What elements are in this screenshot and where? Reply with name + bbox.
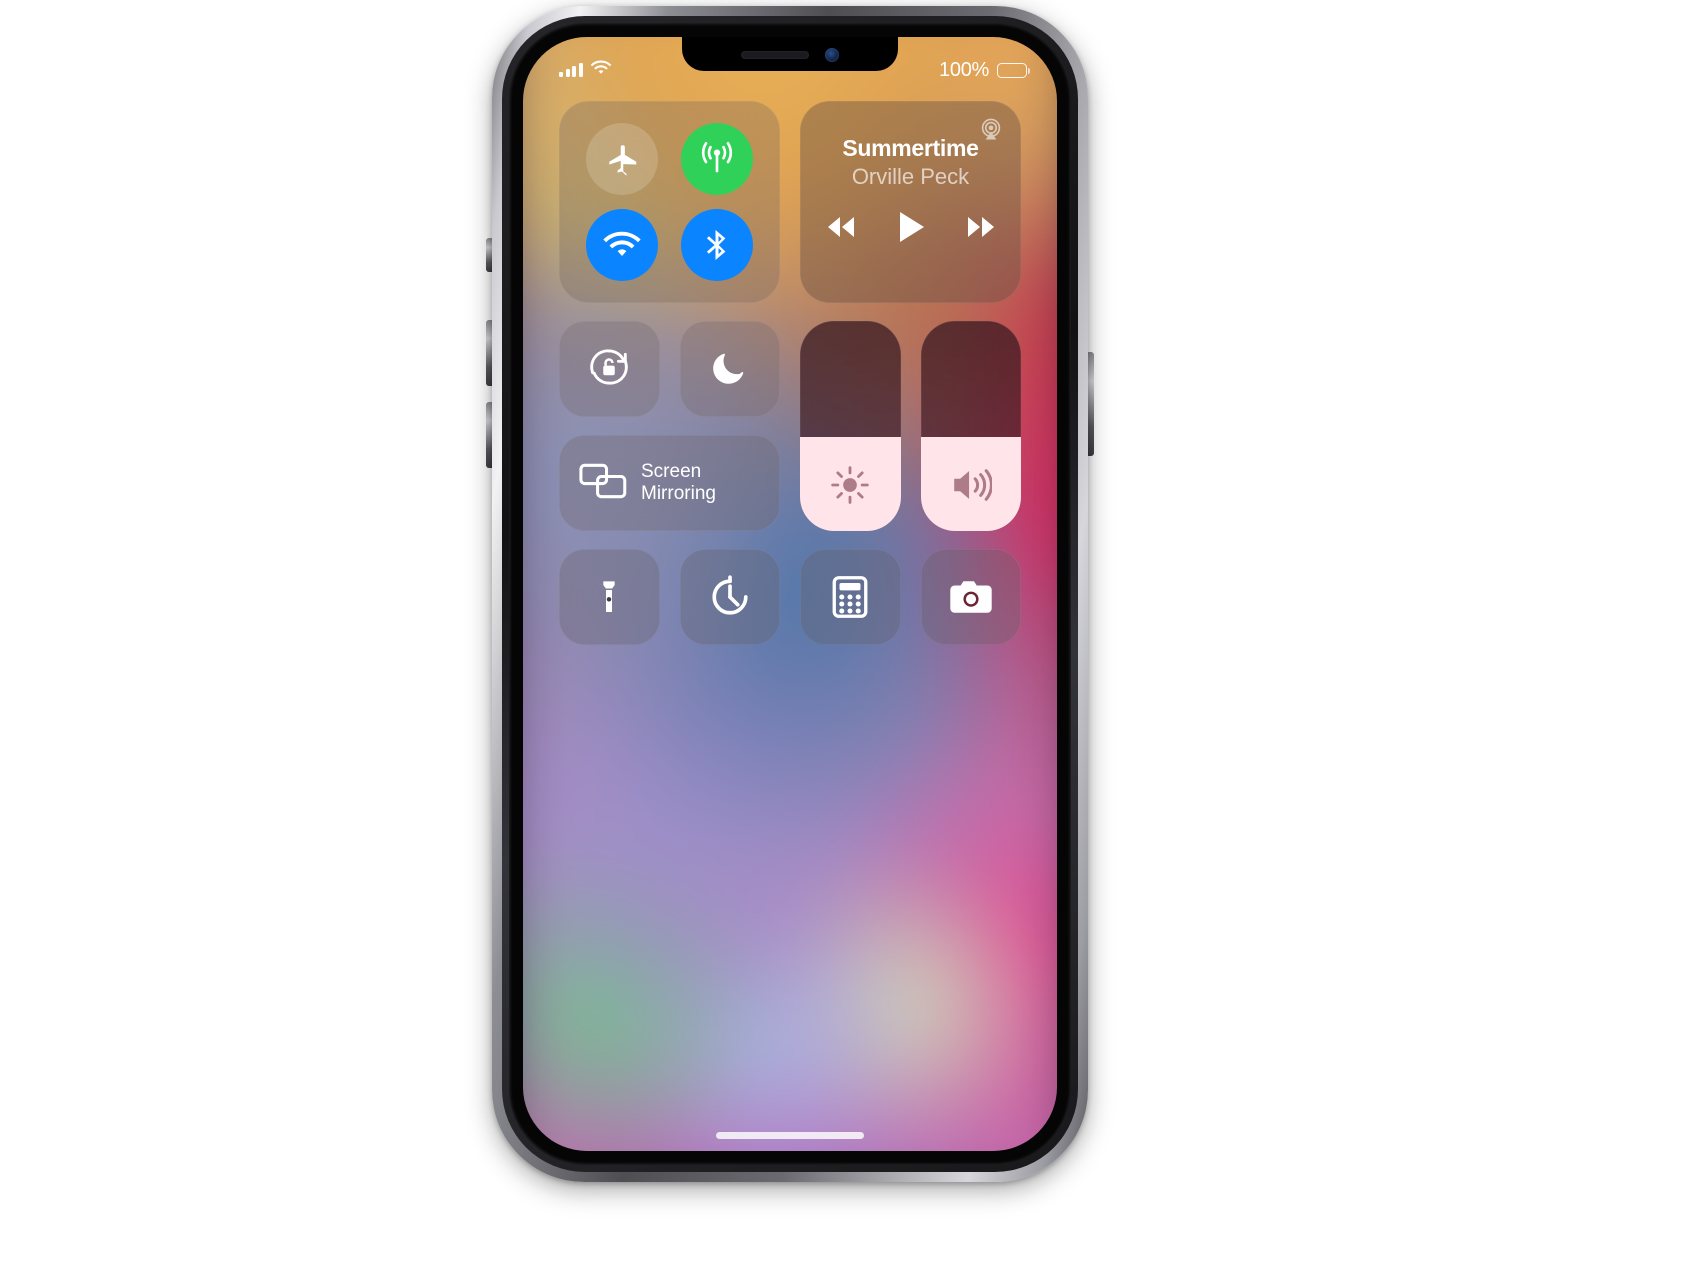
status-bar-right: 100% [939,58,1031,82]
flashlight-button[interactable] [559,549,660,645]
speaker-grille [741,51,809,59]
device-bezel: 100% Summertime Orville Peck Screen Mirr… [502,16,1078,1172]
screen-mirroring-tile[interactable]: Screen Mirroring [559,435,780,531]
airplay-audio-icon[interactable] [977,115,1005,148]
rotation-lock-toggle[interactable] [559,321,660,417]
home-indicator[interactable] [716,1132,864,1139]
left-controls-stack: Screen Mirroring [559,321,780,531]
signal-bars-icon [559,63,583,77]
status-bar-left [559,59,612,81]
rewind-button[interactable] [824,214,858,240]
utility-row [559,549,1021,645]
airplane-mode-toggle[interactable] [585,123,658,195]
calculator-button[interactable] [800,549,901,645]
connectivity-module [559,101,780,303]
media-controls [824,210,998,244]
battery-full-icon [997,62,1031,78]
volume-slider[interactable] [920,321,1021,531]
timer-button[interactable] [679,549,780,645]
display-notch [682,37,898,71]
rotation-lock-icon [586,344,632,395]
flashlight-icon [589,577,629,617]
device-inner-bezel: 100% Summertime Orville Peck Screen Mirr… [509,23,1071,1165]
now-playing-module: Summertime Orville Peck [800,101,1021,303]
screen-mirroring-label-line2: Mirroring [641,483,716,504]
track-title: Summertime [842,135,979,161]
camera-icon [948,578,994,616]
track-artist: Orville Peck [851,164,970,189]
phone-screenshot: 100% Summertime Orville Peck Screen Mirr… [0,0,1702,1285]
iphone-device: 100% Summertime Orville Peck Screen Mirr… [492,6,1088,1182]
moon-icon [709,346,751,393]
wifi-icon [602,230,642,260]
camera-button[interactable] [920,549,1021,645]
sliders-row [800,321,1021,531]
do-not-disturb-toggle[interactable] [679,321,780,417]
side-power-button[interactable] [1087,352,1094,456]
airplane-icon [603,140,641,178]
screen-mirroring-label: Screen Mirroring [641,461,716,506]
timer-icon [708,575,752,619]
calculator-icon [832,576,868,618]
screen-mirroring-icon [579,461,627,506]
cellular-antenna-icon [697,139,737,179]
screen-mirroring-label-line1: Screen [641,460,702,482]
wifi-icon [590,59,612,81]
play-button[interactable] [896,210,926,244]
iphone-screen: 100% Summertime Orville Peck Screen Mirr… [523,37,1057,1151]
battery-percent-label: 100% [939,58,989,81]
bluetooth-icon [699,227,735,263]
brightness-sun-icon [830,465,870,505]
fast-forward-button[interactable] [964,214,998,240]
mini-toggles-row [559,321,780,417]
speaker-waves-icon [950,465,992,505]
front-camera-icon [825,48,839,62]
wifi-toggle[interactable] [585,209,658,281]
cellular-data-toggle[interactable] [681,123,754,195]
brightness-slider[interactable] [800,321,901,531]
bluetooth-toggle[interactable] [681,209,754,281]
control-center: Summertime Orville Peck Screen Mirroring [523,87,1057,645]
